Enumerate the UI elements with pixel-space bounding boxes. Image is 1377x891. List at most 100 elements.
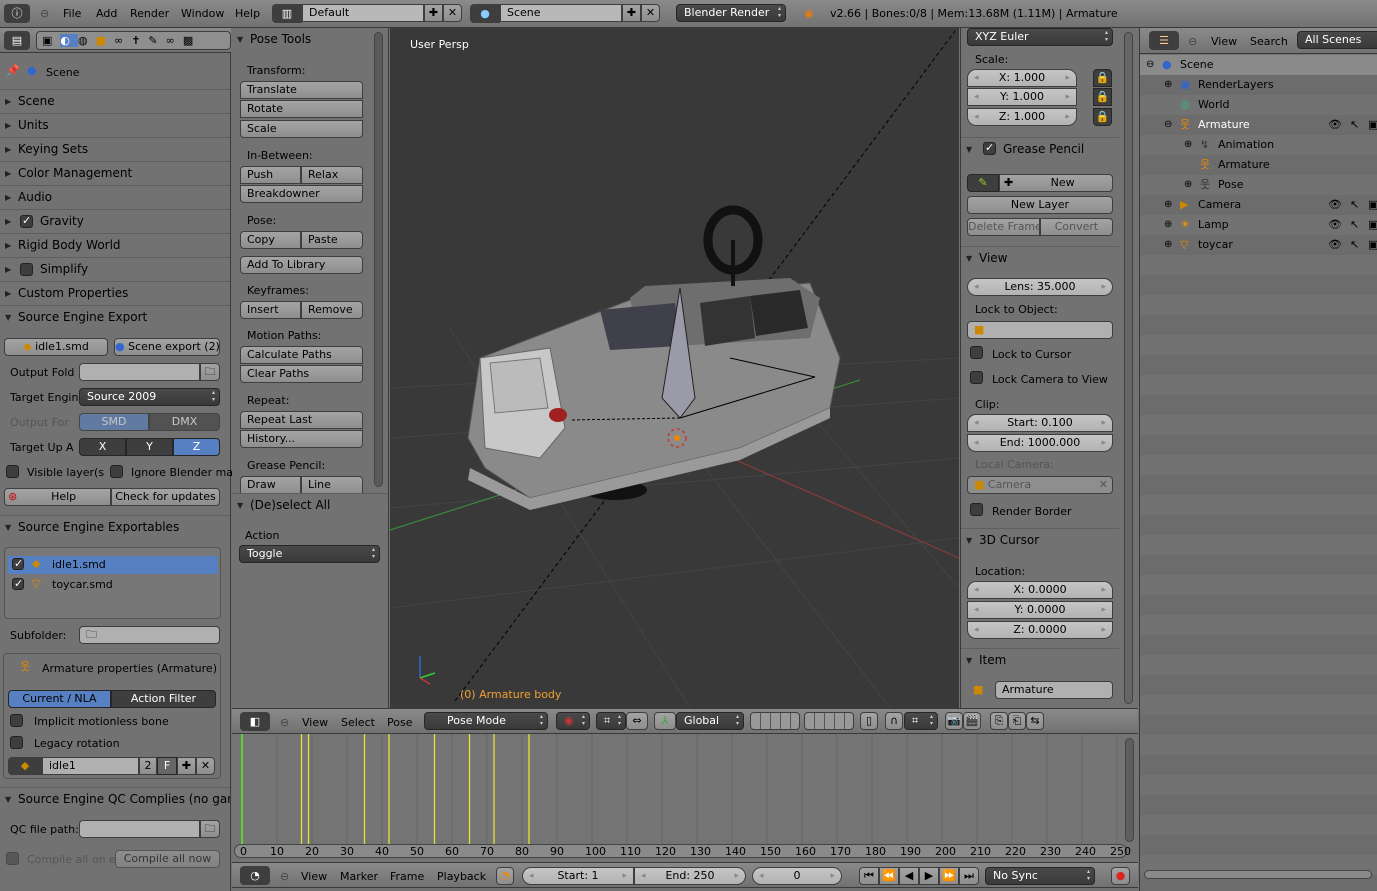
display-mode-dropdown[interactable]: All Scenes xyxy=(1297,31,1377,49)
menu-add[interactable]: Add xyxy=(96,7,117,20)
render-engine-dropdown[interactable]: Blender Render xyxy=(676,4,786,22)
render-tab-icon[interactable]: ▣ xyxy=(42,34,60,47)
outliner-collapse-icon[interactable]: ⊖ xyxy=(1188,35,1197,48)
eye-icon[interactable]: 👁 xyxy=(1328,218,1342,232)
viewport-shading-dropdown[interactable]: ◉ xyxy=(556,712,590,730)
layout-icon[interactable]: ▥ xyxy=(272,4,302,23)
collapse-icon[interactable]: ⊖ xyxy=(40,7,49,20)
lock-scale-y-icon[interactable]: 🔒 xyxy=(1093,88,1112,106)
clear-camera-icon[interactable]: ✕ xyxy=(1099,477,1108,493)
compile-now-button[interactable]: Compile all now xyxy=(115,850,220,868)
copy-pose-button[interactable]: Copy xyxy=(240,231,301,249)
local-camera-field[interactable]: ■ Camera ✕ xyxy=(967,476,1113,494)
clip-start-field[interactable]: Start: 0.100 xyxy=(967,414,1113,432)
delete-frame-button[interactable]: Delete Frame xyxy=(967,218,1040,236)
outliner-row[interactable]: ⊕ ▶ Camera 👁 ↖ ▣ xyxy=(1140,195,1377,215)
line-button[interactable]: Line xyxy=(301,476,363,494)
target-engine-dropdown[interactable]: Source 2009 xyxy=(79,388,220,406)
panel-custom-properties[interactable]: Custom Properties xyxy=(0,281,230,305)
jump-start-button[interactable]: ⏮ xyxy=(859,867,879,885)
paste-pose-icon[interactable]: ⎗ xyxy=(1008,712,1026,730)
snap-toggle-icon[interactable]: ∩ xyxy=(885,712,903,730)
panel-units[interactable]: Units xyxy=(0,113,230,137)
gp-new-button[interactable]: ✚ New xyxy=(999,174,1113,192)
pivot-point-dropdown[interactable]: ⌗ xyxy=(596,712,626,730)
render-camera-icon[interactable]: ▣ xyxy=(1368,218,1377,232)
menu-select[interactable]: Select xyxy=(341,716,375,729)
check-updates-button[interactable]: Check for updates xyxy=(111,488,220,506)
lens-field[interactable]: Lens: 35.000 xyxy=(967,278,1113,296)
add-scene-button[interactable]: ✚ xyxy=(622,4,641,22)
current-frame-field[interactable]: 0 xyxy=(752,867,842,885)
menu-window[interactable]: Window xyxy=(181,7,224,20)
panel-gravity[interactable]: Gravity xyxy=(0,209,230,233)
menu-render[interactable]: Render xyxy=(130,7,169,20)
qc-path-input[interactable] xyxy=(79,820,200,838)
format-dmx-button[interactable]: DMX xyxy=(149,413,220,431)
pin-icon[interactable]: 📌 xyxy=(6,64,20,78)
outliner-row[interactable]: ⊖ 웃 Armature 👁 ↖ ▣ xyxy=(1140,115,1377,135)
timeline-editor[interactable]: 0 10 20 30 40 50 60 70 80 90 100 110 120 130 140 150 160… xyxy=(232,734,1138,862)
editor-type-3d-icon[interactable]: ◧ xyxy=(240,712,270,731)
legacy-rotation-checkbox[interactable] xyxy=(10,736,23,749)
mode-dropdown[interactable]: Pose Mode xyxy=(424,712,548,730)
list-item-idle1[interactable]: ◆ idle1.smd xyxy=(8,556,218,574)
help-button[interactable]: ⊛ Help xyxy=(4,488,111,506)
expand-icon[interactable]: ⊕ xyxy=(1164,198,1172,212)
panel-source-engine-export[interactable]: Source Engine Export xyxy=(0,305,230,329)
start-frame-field[interactable]: Start: 1 xyxy=(522,867,634,885)
cursor-y-field[interactable]: Y: 0.0000 xyxy=(967,601,1113,619)
panel-scene[interactable]: Scene xyxy=(0,89,230,113)
select-arrow-icon[interactable]: ↖ xyxy=(1350,218,1359,232)
push-button[interactable]: Push xyxy=(240,166,301,184)
copy-pose-icon[interactable]: ⎘ xyxy=(990,712,1008,730)
render-camera-icon[interactable]: ▣ xyxy=(1368,118,1377,132)
up-axis-y[interactable]: Y xyxy=(126,438,173,456)
subfolder-input[interactable]: 🗀 xyxy=(79,626,220,644)
action-name-field[interactable]: idle1 xyxy=(42,757,139,775)
info-editor-icon[interactable]: ⓘ xyxy=(4,4,30,23)
transform-orientation-icon[interactable]: ⅄ xyxy=(654,712,676,730)
pencil-browse-icon[interactable]: ✎ xyxy=(967,174,999,192)
up-axis-z[interactable]: Z xyxy=(173,438,220,456)
lock-object-field[interactable]: ■ xyxy=(967,321,1113,339)
outliner-row[interactable]: ⊕ ▣ RenderLayers xyxy=(1140,75,1377,95)
end-frame-field[interactable]: End: 250 xyxy=(634,867,746,885)
timeline-editor-type-icon[interactable]: ◔ xyxy=(240,866,270,885)
repeat-last-button[interactable]: Repeat Last xyxy=(240,411,363,429)
lock-cursor-checkbox[interactable] xyxy=(970,346,983,359)
menu-view[interactable]: View xyxy=(302,716,328,729)
list-item-toycar[interactable]: ▽ toycar.smd xyxy=(8,576,218,594)
eye-icon[interactable]: 👁 xyxy=(1328,118,1342,132)
collapse-icon[interactable]: ⊖ xyxy=(1146,58,1154,72)
clip-end-field[interactable]: End: 1000.000 xyxy=(967,434,1113,452)
scale-y-field[interactable]: Y: 1.000 xyxy=(967,88,1077,106)
scene-field[interactable]: Scene xyxy=(500,4,622,22)
timeline-menu-playback[interactable]: Playback xyxy=(437,870,486,883)
tab-current-nla[interactable]: Current / NLA xyxy=(8,690,111,708)
timeline-menu-marker[interactable]: Marker xyxy=(340,870,378,883)
operator-panel-header[interactable]: (De)select All xyxy=(232,493,388,517)
up-axis-x[interactable]: X xyxy=(79,438,126,456)
clear-paths-button[interactable]: Clear Paths xyxy=(240,365,363,383)
delete-layout-button[interactable]: ✕ xyxy=(443,4,462,22)
scale-z-field[interactable]: Z: 1.000 xyxy=(967,108,1077,126)
tab-action-filter[interactable]: Action Filter xyxy=(111,690,216,708)
layers-group-2[interactable] xyxy=(804,712,854,730)
action-dropdown[interactable]: Toggle xyxy=(239,545,380,563)
select-arrow-icon[interactable]: ↖ xyxy=(1350,198,1359,212)
prev-keyframe-button[interactable]: ⏪ xyxy=(879,867,899,885)
menu-help[interactable]: Help xyxy=(235,7,260,20)
layers-group-1[interactable] xyxy=(750,712,800,730)
timeline-menu-frame[interactable]: Frame xyxy=(390,870,424,883)
lock-camera-icon[interactable]: ▯ xyxy=(860,712,878,730)
timeline-menu-view[interactable]: View xyxy=(301,870,327,883)
outliner-row[interactable]: ⊕ ▽ toycar 👁 ↖ ▣ xyxy=(1140,235,1377,255)
outliner-row[interactable]: 웃 Armature xyxy=(1140,155,1377,175)
preview-range-icon[interactable]: ◔ xyxy=(496,867,514,885)
panel-rigid-body-world[interactable]: Rigid Body World xyxy=(0,233,230,257)
pose-tools-header[interactable]: Pose Tools xyxy=(232,28,372,52)
unlink-action-button[interactable]: ✕ xyxy=(196,757,215,775)
cursor-x-field[interactable]: X: 0.0000 xyxy=(967,581,1113,599)
render-camera-icon[interactable]: ▣ xyxy=(1368,198,1377,212)
